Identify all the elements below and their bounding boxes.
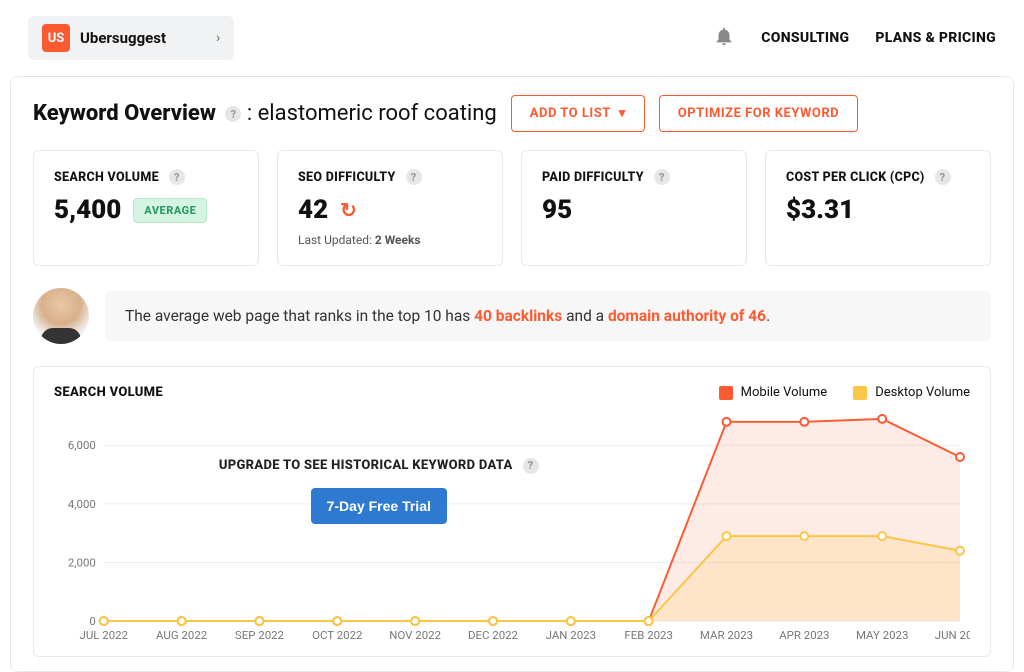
svg-text:DEC 2022: DEC 2022	[468, 628, 518, 642]
title-keyword: elastomeric roof coating	[258, 101, 497, 126]
svg-text:JUN 2023: JUN 2023	[935, 628, 970, 642]
avatar	[33, 288, 89, 344]
free-trial-button[interactable]: 7-Day Free Trial	[311, 488, 447, 524]
swatch-mobile-icon	[719, 386, 733, 400]
brand-badge: US	[42, 24, 70, 52]
paid-difficulty-label: PAID DIFFICULTY	[542, 170, 644, 185]
help-icon[interactable]: ?	[523, 458, 539, 474]
svg-text:APR 2023: APR 2023	[779, 628, 829, 642]
page-body: Keyword Overview ? : elastomeric roof co…	[10, 76, 1014, 672]
title-label: Keyword Overview	[33, 101, 216, 126]
chevron-right-icon: ›	[216, 30, 220, 46]
top-right: CONSULTING PLANS & PRICING	[713, 25, 996, 51]
svg-text:AUG 2022: AUG 2022	[156, 628, 207, 642]
svg-text:MAR 2023: MAR 2023	[700, 628, 753, 642]
help-icon[interactable]: ?	[225, 106, 241, 122]
search-volume-value: 5,400	[54, 195, 121, 225]
card-seo-difficulty: SEO DIFFICULTY? 42 ↻ Last Updated: 2 Wee…	[277, 150, 503, 266]
top-bar: US Ubersuggest › CONSULTING PLANS & PRIC…	[0, 0, 1024, 76]
nav-consulting[interactable]: CONSULTING	[761, 30, 849, 46]
upgrade-label-text: UPGRADE TO SEE HISTORICAL KEYWORD DATA	[219, 458, 513, 473]
svg-text:SEP 2022: SEP 2022	[235, 628, 284, 642]
svg-text:NOV 2022: NOV 2022	[389, 628, 441, 642]
svg-text:0: 0	[89, 614, 95, 628]
chart-svg: 0 2,000 4,000 6,000 JUL 2022 AUG 2022 SEP 2022…	[54, 406, 970, 645]
upgrade-overlay: UPGRADE TO SEE HISTORICAL KEYWORD DATA ?…	[219, 454, 539, 524]
paid-difficulty-value: 95	[542, 195, 572, 225]
svg-text:2,000: 2,000	[68, 555, 96, 569]
metrics-row: SEARCH VOLUME? 5,400 AVERAGE SEO DIFFICU…	[33, 150, 991, 266]
tip-mid: and a	[562, 307, 608, 325]
add-to-list-label: ADD TO LIST	[530, 106, 611, 121]
last-updated: Last Updated: 2 Weeks	[298, 233, 482, 247]
brand-selector[interactable]: US Ubersuggest ›	[28, 16, 234, 60]
svg-text:FEB 2023: FEB 2023	[624, 628, 672, 642]
chart-header: SEARCH VOLUME Mobile Volume Desktop Volu…	[54, 385, 970, 400]
title-row: Keyword Overview ? : elastomeric roof co…	[33, 95, 991, 132]
last-updated-label: Last Updated:	[298, 233, 372, 247]
card-paid-difficulty: PAID DIFFICULTY? 95	[521, 150, 747, 266]
chevron-down-icon: ▾	[619, 106, 626, 121]
page-title: Keyword Overview ? : elastomeric roof co…	[33, 101, 497, 126]
nav-plans-pricing[interactable]: PLANS & PRICING	[875, 30, 996, 46]
refresh-icon[interactable]: ↻	[340, 198, 357, 222]
add-to-list-button[interactable]: ADD TO LIST ▾	[511, 95, 645, 132]
seo-difficulty-value: 42	[298, 195, 328, 225]
seo-difficulty-label: SEO DIFFICULTY	[298, 170, 396, 185]
brand-name: Ubersuggest	[80, 29, 166, 47]
tip-h2: domain authority of 46	[608, 307, 766, 325]
cpc-label: COST PER CLICK (CPC)	[786, 170, 925, 185]
tip-h1: 40 backlinks	[474, 307, 562, 325]
help-icon[interactable]: ?	[406, 169, 422, 185]
help-icon[interactable]: ?	[935, 169, 951, 185]
svg-text:MAY 2023: MAY 2023	[856, 628, 908, 642]
help-icon[interactable]: ?	[169, 169, 185, 185]
svg-text:JUL 2022: JUL 2022	[80, 628, 128, 642]
cpc-value: $3.31	[786, 195, 854, 225]
tip-row: The average web page that ranks in the t…	[33, 288, 991, 344]
chart-legend: Mobile Volume Desktop Volume	[719, 385, 970, 400]
help-icon[interactable]: ?	[654, 169, 670, 185]
svg-text:6,000: 6,000	[68, 438, 96, 452]
legend-desktop-label: Desktop Volume	[875, 385, 970, 400]
average-badge: AVERAGE	[133, 198, 207, 223]
swatch-desktop-icon	[853, 386, 867, 400]
optimize-keyword-button[interactable]: OPTIMIZE FOR KEYWORD	[659, 95, 858, 132]
legend-mobile-label: Mobile Volume	[741, 385, 828, 400]
svg-text:4,000: 4,000	[68, 497, 96, 511]
search-volume-label: SEARCH VOLUME	[54, 170, 159, 185]
last-updated-value: 2 Weeks	[375, 233, 421, 247]
chart-area: 0 2,000 4,000 6,000 JUL 2022 AUG 2022 SEP 2022…	[54, 406, 970, 646]
card-search-volume: SEARCH VOLUME? 5,400 AVERAGE	[33, 150, 259, 266]
legend-mobile[interactable]: Mobile Volume	[719, 385, 828, 400]
legend-desktop[interactable]: Desktop Volume	[853, 385, 970, 400]
chart-title: SEARCH VOLUME	[54, 385, 163, 400]
chart-box: SEARCH VOLUME Mobile Volume Desktop Volu…	[33, 366, 991, 657]
svg-text:OCT 2022: OCT 2022	[312, 628, 362, 642]
tip-bar: The average web page that ranks in the t…	[105, 291, 991, 341]
tip-pre: The average web page that ranks in the t…	[125, 307, 474, 325]
tip-post: .	[766, 307, 770, 325]
bell-icon[interactable]	[713, 25, 735, 51]
card-cpc: COST PER CLICK (CPC)? $3.31	[765, 150, 991, 266]
title-sep: :	[247, 101, 258, 126]
svg-text:JAN 2023: JAN 2023	[546, 628, 596, 642]
upgrade-label: UPGRADE TO SEE HISTORICAL KEYWORD DATA ?	[219, 458, 539, 474]
